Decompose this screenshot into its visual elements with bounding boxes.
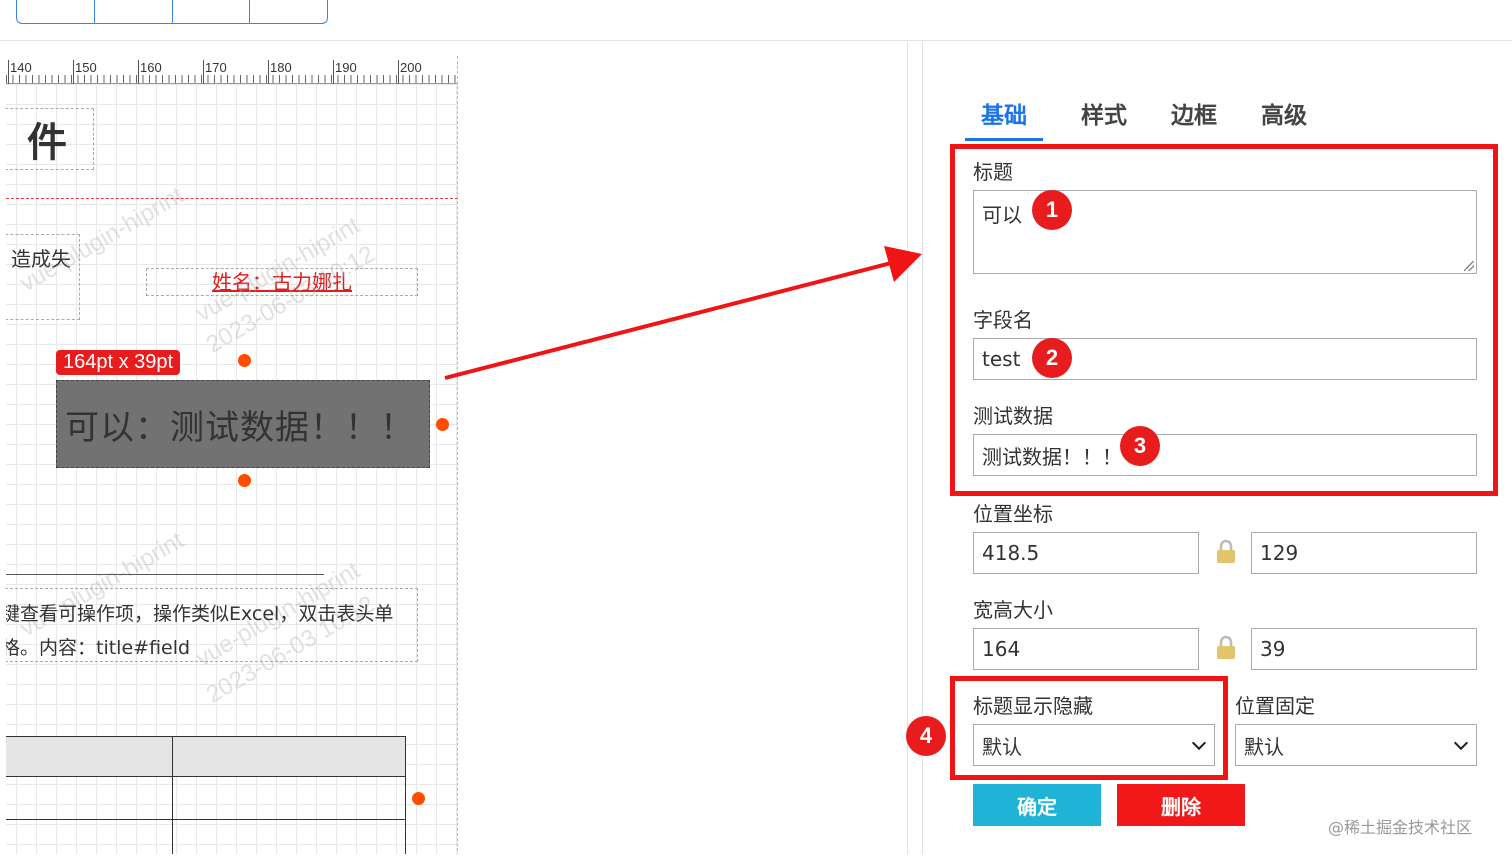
ruler-mark: 140 [8, 60, 32, 84]
chevron-down-icon [1453, 735, 1469, 751]
ruler-mark: 200 [398, 60, 422, 84]
width-input[interactable]: 164 [973, 628, 1199, 670]
position-y-input[interactable]: 129 [1251, 532, 1477, 574]
height-input[interactable]: 39 [1251, 628, 1477, 670]
title-element[interactable]: 件 [6, 108, 94, 170]
title-element-text: 件 [27, 120, 67, 166]
resize-handle-top[interactable] [238, 354, 251, 367]
top-toolbar-tabs[interactable] [16, 0, 328, 24]
table-element[interactable] [6, 736, 406, 854]
selected-text-element[interactable]: 可以：测试数据！！！ [56, 380, 430, 468]
print-paper[interactable]: 140 150 160 170 180 190 200 件 造成失 姓名：古力娜… [6, 56, 458, 854]
selected-element-text: 可以：测试数据！！！ [65, 407, 415, 448]
position-fixed-value: 默认 [1244, 734, 1284, 759]
lock-icon[interactable] [1215, 538, 1237, 564]
table-header-row [6, 737, 405, 777]
page-break-line [6, 198, 457, 199]
position-label: 位置坐标 [973, 502, 1053, 526]
confirm-button[interactable]: 确定 [973, 784, 1101, 826]
table-column-divider [172, 737, 173, 854]
ruler-mark: 150 [73, 60, 97, 84]
table-row-divider [6, 819, 406, 820]
resize-handle-bottom[interactable] [238, 474, 251, 487]
property-tabs: 基础 样式 边框 高级 [965, 96, 1345, 141]
ruler-mark: 180 [268, 60, 292, 84]
annotation-badge-3: 3 [1120, 426, 1160, 466]
width-value: 164 [982, 637, 1021, 661]
resize-handle-right[interactable] [436, 418, 449, 431]
annotation-badge-1: 1 [1032, 190, 1072, 230]
table-resize-handle[interactable] [412, 792, 425, 805]
annotation-badge-4: 4 [906, 716, 946, 756]
tab-advanced[interactable]: 高级 [1255, 96, 1313, 141]
position-fixed-label: 位置固定 [1235, 694, 1315, 718]
size-badge: 164pt x 39pt [56, 350, 181, 375]
ruler-mark: 170 [203, 60, 227, 84]
tab-border[interactable]: 边框 [1165, 96, 1223, 141]
delete-button[interactable]: 删除 [1117, 784, 1245, 826]
position-fixed-select[interactable]: 默认 [1235, 724, 1477, 766]
lock-icon[interactable] [1215, 634, 1237, 660]
highlight-box-2 [950, 676, 1228, 780]
horizontal-ruler: 140 150 160 170 180 190 200 [6, 56, 457, 84]
description-line: 格。内容：title#field [6, 637, 191, 659]
description-line: 键查看可操作项，操作类似Excel，双击表头单 [6, 603, 394, 625]
ruler-mark: 160 [138, 60, 162, 84]
horizontal-line-element[interactable] [6, 574, 324, 575]
position-x-input[interactable]: 418.5 [973, 532, 1199, 574]
top-divider [0, 40, 1512, 41]
tab-basic[interactable]: 基础 [965, 96, 1043, 141]
highlight-box-1 [950, 144, 1498, 496]
position-y-value: 129 [1260, 541, 1299, 565]
annotation-badge-2: 2 [1032, 338, 1072, 378]
size-label: 宽高大小 [973, 598, 1053, 622]
description-element[interactable]: 键查看可操作项，操作类似Excel，双击表头单 格。内容：title#field [6, 588, 418, 662]
ruler-mark: 190 [333, 60, 357, 84]
design-canvas-panel: 140 150 160 170 180 190 200 件 造成失 姓名：古力娜… [6, 42, 908, 854]
source-credit: @稀土掘金技术社区 [1328, 818, 1473, 837]
position-x-value: 418.5 [982, 541, 1040, 565]
height-value: 39 [1260, 637, 1286, 661]
tab-style[interactable]: 样式 [1075, 96, 1133, 141]
